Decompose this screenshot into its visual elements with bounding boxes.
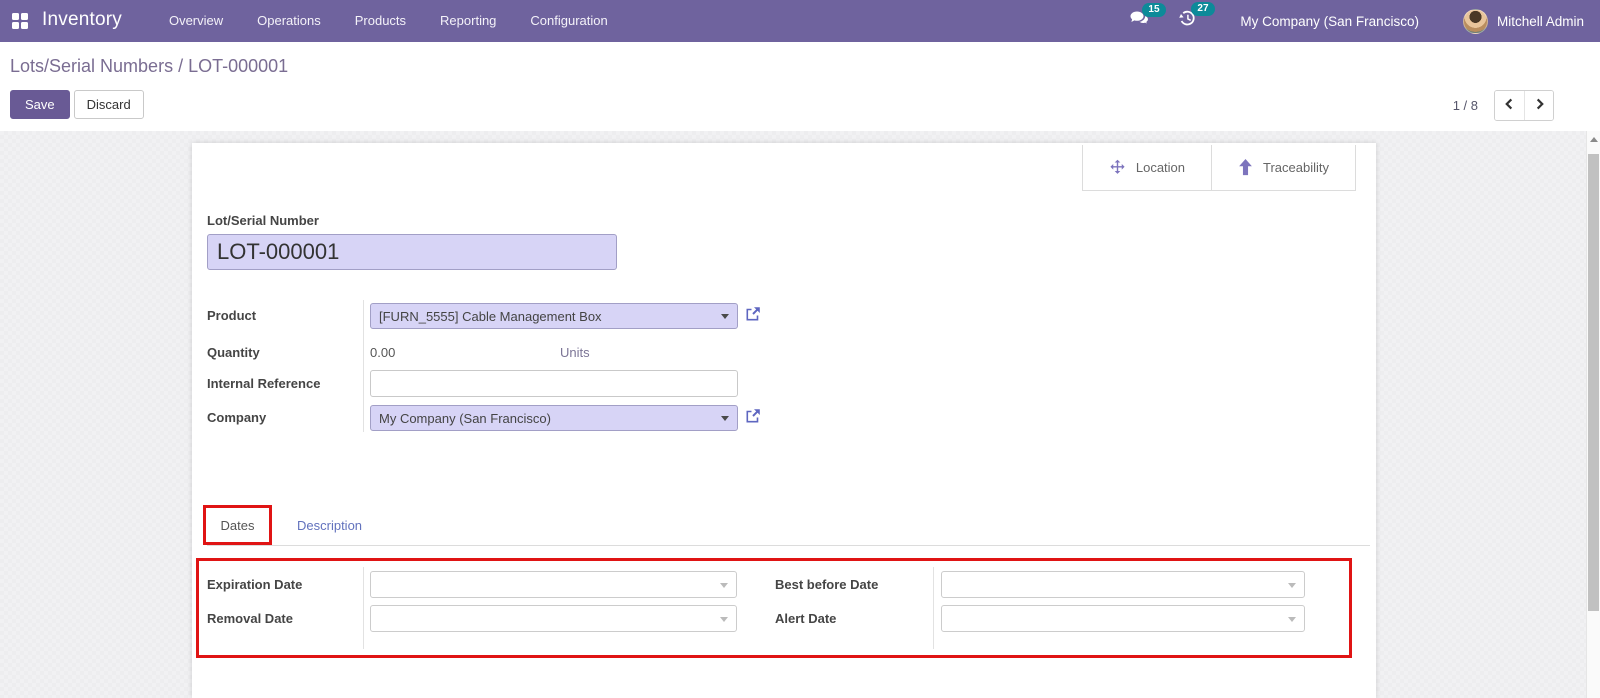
company-field[interactable]: My Company (San Francisco) [370, 405, 738, 431]
apps-menu-button[interactable] [0, 0, 40, 42]
arrow-up-icon [1238, 159, 1253, 176]
location-stat-button[interactable]: Location [1081, 145, 1212, 190]
product-external-link-icon[interactable] [745, 306, 761, 322]
lot-serial-label: Lot/Serial Number [207, 213, 319, 228]
company-label: Company [207, 410, 267, 425]
internal-reference-label: Internal Reference [207, 376, 321, 391]
save-button[interactable]: Save [10, 90, 70, 119]
nav-item-products[interactable]: Products [338, 0, 423, 42]
breadcrumb: Lots/Serial Numbers / LOT-000001 [10, 56, 288, 77]
navbar-systray: 15 27 My Company (San Francisco) Mitchel… [1130, 2, 1600, 34]
best-before-date-input[interactable] [942, 572, 1304, 597]
pager-previous-button[interactable] [1495, 91, 1524, 120]
dropdown-caret-icon [720, 583, 728, 588]
apps-grid-icon [12, 13, 28, 29]
nav-item-operations[interactable]: Operations [240, 0, 338, 42]
best-before-date-label: Best before Date [775, 577, 879, 592]
internal-reference-input[interactable] [370, 370, 738, 397]
dropdown-caret-icon [721, 416, 729, 421]
scrollbar-thumb[interactable] [1588, 154, 1599, 611]
expiration-date-input[interactable] [371, 572, 736, 597]
product-value: [FURN_5555] Cable Management Box [379, 308, 602, 324]
company-external-link-icon[interactable] [745, 408, 761, 424]
user-menu[interactable]: Mitchell Admin [1462, 8, 1584, 34]
product-label: Product [207, 308, 257, 323]
pager: 1 / 8 [1453, 90, 1554, 121]
move-arrows-icon [1109, 159, 1126, 176]
app-name[interactable]: Inventory [42, 9, 122, 31]
tab-underline [207, 545, 1370, 546]
breadcrumb-separator: / [173, 56, 189, 76]
activities-button[interactable]: 27 [1179, 2, 1215, 32]
breadcrumb-parent[interactable]: Lots/Serial Numbers [10, 56, 173, 76]
best-before-date-field [941, 571, 1305, 598]
nav-item-configuration[interactable]: Configuration [513, 0, 624, 42]
tab-dates[interactable]: Dates [203, 505, 272, 545]
content-area: Location Traceability Lot/Serial Number … [0, 131, 1600, 698]
alert-date-field [941, 605, 1305, 632]
traceability-stat-label: Traceability [1263, 160, 1329, 175]
lot-serial-input[interactable] [207, 234, 617, 270]
removal-date-field [370, 605, 737, 632]
location-stat-label: Location [1135, 160, 1186, 175]
dropdown-caret-icon [1288, 617, 1296, 622]
alert-date-label: Alert Date [775, 611, 837, 626]
messages-badge: 15 [1142, 3, 1166, 17]
label-field-separator [363, 300, 364, 432]
removal-date-label: Removal Date [207, 611, 293, 626]
dropdown-caret-icon [1288, 583, 1296, 588]
form-sheet: Location Traceability Lot/Serial Number … [192, 143, 1376, 698]
pager-count: 1 / 8 [1452, 98, 1478, 113]
dates-left-separator [363, 567, 364, 649]
chevron-right-icon [1534, 98, 1545, 113]
navbar-left: Inventory Overview Operations Products R… [0, 0, 625, 42]
stat-buttons: Location Traceability [1081, 145, 1356, 191]
alert-date-input[interactable] [942, 606, 1304, 631]
messages-button[interactable]: 15 [1130, 3, 1166, 31]
removal-date-input[interactable] [371, 606, 736, 631]
chevron-left-icon [1504, 98, 1515, 113]
quantity-label: Quantity [207, 345, 260, 360]
main-menu: Overview Operations Products Reporting C… [152, 0, 625, 42]
dropdown-caret-icon [721, 314, 729, 319]
expiration-date-label: Expiration Date [207, 577, 303, 592]
expiration-date-field [370, 571, 737, 598]
company-switcher[interactable]: My Company (San Francisco) [1240, 14, 1419, 29]
dropdown-caret-icon [720, 617, 728, 622]
breadcrumb-current: LOT-000001 [188, 56, 289, 76]
top-navbar: Inventory Overview Operations Products R… [0, 0, 1600, 42]
quantity-value: 0.00 [370, 345, 396, 360]
nav-item-reporting[interactable]: Reporting [423, 0, 513, 42]
pager-next-button[interactable] [1524, 91, 1553, 120]
dates-section: Expiration Date Removal Date Best before… [196, 558, 1352, 658]
activities-badge: 27 [1191, 2, 1215, 16]
company-value: My Company (San Francisco) [379, 410, 551, 426]
pager-buttons [1494, 90, 1554, 121]
user-avatar [1462, 8, 1488, 34]
discard-button[interactable]: Discard [73, 90, 144, 119]
control-panel: Lots/Serial Numbers / LOT-000001 Save Di… [0, 42, 1600, 131]
dates-right-separator [933, 567, 934, 649]
tab-description[interactable]: Description [287, 505, 372, 545]
vertical-scrollbar[interactable] [1586, 131, 1600, 698]
scrollbar-up-arrow-icon[interactable] [1590, 137, 1598, 142]
screen: Inventory Overview Operations Products R… [0, 0, 1600, 698]
product-field[interactable]: [FURN_5555] Cable Management Box [370, 303, 738, 329]
traceability-stat-button[interactable]: Traceability [1211, 145, 1355, 190]
nav-item-overview[interactable]: Overview [152, 0, 240, 42]
user-name: Mitchell Admin [1496, 13, 1584, 29]
control-panel-buttons: Save Discard [10, 90, 144, 119]
quantity-uom: Units [560, 345, 590, 360]
